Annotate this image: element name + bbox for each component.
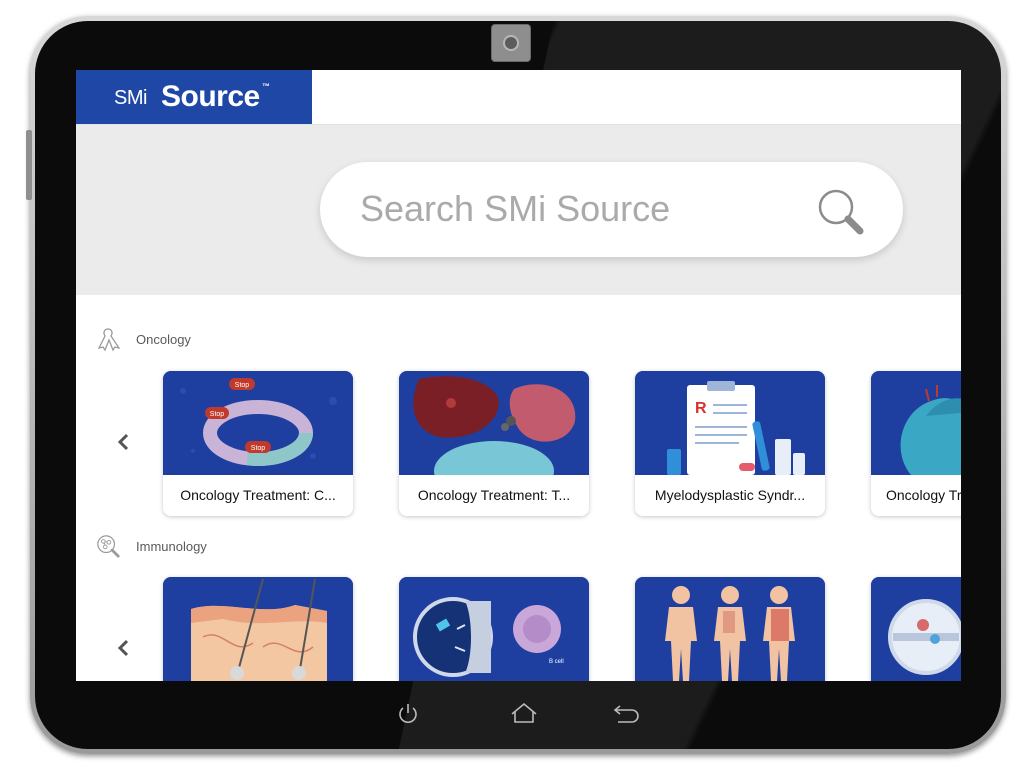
card-thumbnail: R [635, 371, 825, 475]
android-nav-bar [0, 686, 966, 736]
section-label: Oncology [136, 331, 191, 347]
card-thumbnail [635, 577, 825, 681]
card-item[interactable]: Oncology Tr [871, 371, 961, 516]
svg-text:R: R [695, 400, 707, 417]
chevron-left-icon[interactable] [114, 638, 134, 658]
side-button [26, 130, 32, 200]
card-thumbnail [163, 577, 353, 681]
card-thumbnail: Stop Stop Stop [163, 371, 353, 475]
magnifier-molecule-icon [97, 535, 120, 558]
card-item[interactable] [871, 577, 961, 681]
section-immunology: Immunology B cell [76, 525, 961, 681]
card-thumbnail: B cell [399, 577, 589, 681]
section-header: Oncology [96, 326, 191, 352]
card-thumbnail [871, 577, 961, 681]
svg-text:B cell: B cell [549, 659, 564, 665]
ribbon-icon [97, 328, 120, 352]
section-header: Immunology [96, 533, 207, 559]
search-icon[interactable] [815, 186, 867, 238]
search-band: Search SMi Source [76, 125, 961, 295]
svg-text:Stop: Stop [235, 382, 250, 389]
card-item[interactable] [163, 577, 353, 681]
home-icon[interactable] [509, 702, 539, 724]
section-oncology: Oncology Stop Stop Stop Oncology Treatme… [76, 295, 961, 516]
chevron-left-icon[interactable] [114, 432, 134, 452]
card-title: Oncology Treatment: T... [417, 487, 571, 503]
back-icon[interactable] [612, 702, 640, 724]
card-item[interactable]: R Myelodysplastic Syndr... [635, 371, 825, 516]
card-item[interactable]: Oncology Treatment: T... [399, 371, 589, 516]
camera-icon [491, 24, 531, 62]
card-title: Oncology Treatment: C... [180, 487, 336, 503]
smi-source-logo[interactable]: SMi Source ™ [76, 70, 312, 124]
card-title: Oncology Tr [886, 487, 961, 503]
card-thumbnail [399, 371, 589, 475]
card-thumbnail [871, 371, 961, 475]
search-input[interactable]: Search SMi Source [320, 162, 903, 257]
top-bar: SMi Source ™ [76, 70, 961, 125]
section-label: Immunology [136, 538, 207, 554]
svg-text:Stop: Stop [251, 445, 266, 452]
search-placeholder: Search SMi Source [360, 188, 671, 229]
card-item[interactable] [635, 577, 825, 681]
card-item[interactable]: B cell [399, 577, 589, 681]
svg-text:Stop: Stop [210, 411, 225, 418]
power-icon[interactable] [396, 702, 420, 724]
card-title: Myelodysplastic Syndr... [654, 487, 806, 503]
card-item[interactable]: Stop Stop Stop Oncology Treatment: C... [163, 371, 353, 516]
app-screen: SMi Source ™ Search SMi Source Oncology [76, 70, 961, 681]
